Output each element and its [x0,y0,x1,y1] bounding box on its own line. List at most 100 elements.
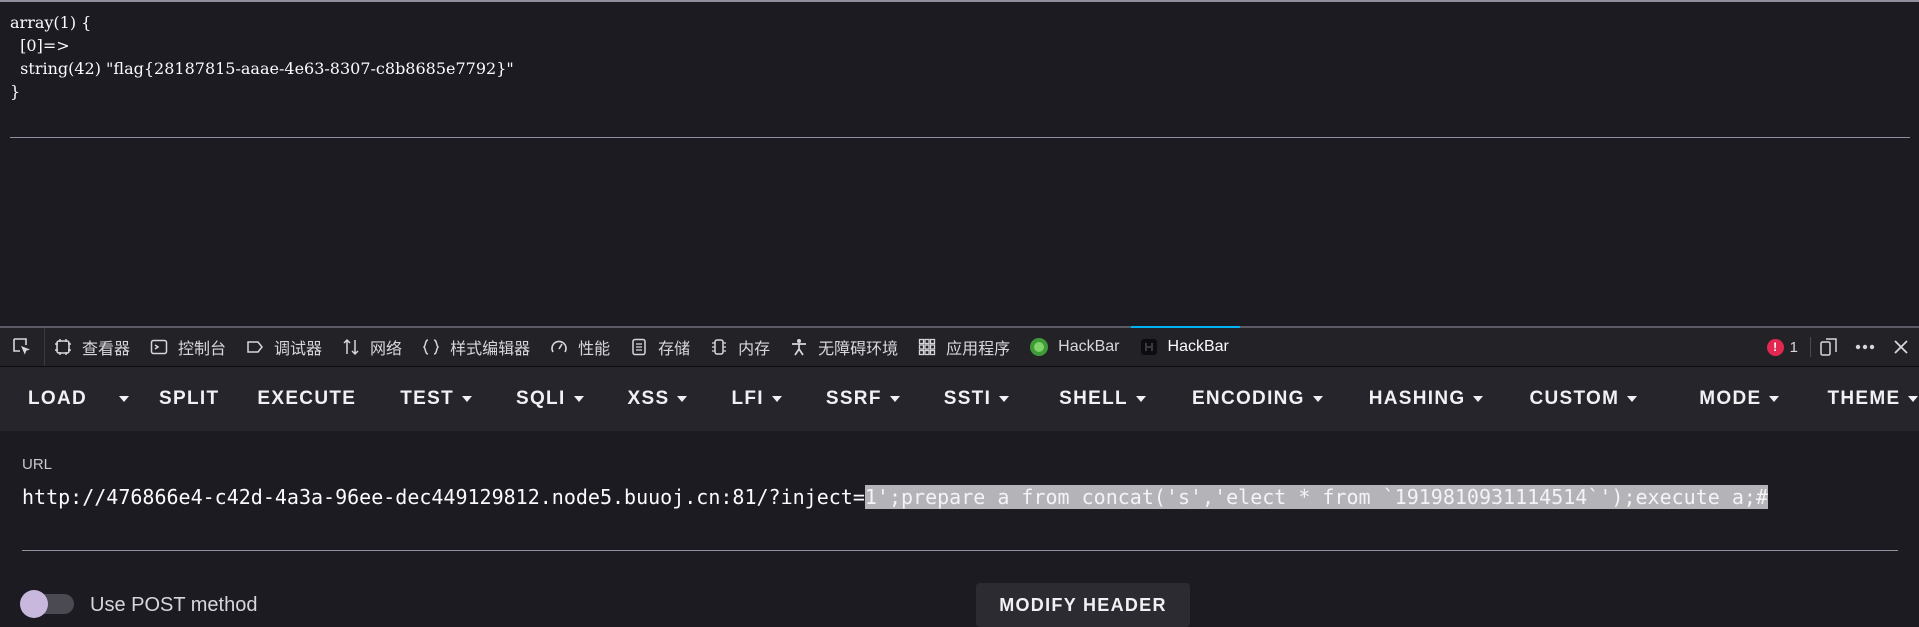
storage-icon [629,337,649,357]
ssti-menu-button[interactable]: SSTI [918,367,1027,431]
shell-label: SHELL [1059,388,1128,409]
tab-hackbar[interactable]: HackBar [1130,326,1241,366]
mode-menu-button[interactable]: MODE [1655,367,1797,431]
tab-memory[interactable]: 内存 [701,328,781,366]
close-icon [1894,340,1908,354]
lfi-menu-button[interactable]: LFI [705,367,799,431]
ssrf-menu-button[interactable]: SSRF [800,367,918,431]
split-button[interactable]: SPLIT [141,367,237,431]
custom-label: CUSTOM [1529,388,1620,409]
url-input-underline [22,550,1898,551]
accessibility-icon [789,337,809,357]
execute-button[interactable]: EXECUTE [237,367,382,431]
inspector-icon [53,337,73,357]
url-text-plain: http://476866e4-c42d-4a3a-96ee-dec449129… [22,485,865,509]
ssrf-label: SSRF [825,388,882,409]
load-label: LOAD [28,388,88,409]
error-icon: ! [1766,338,1784,356]
memory-icon [709,337,729,357]
tab-style-editor[interactable]: 样式编辑器 [413,328,541,366]
hackbar-green-icon [1029,337,1049,357]
tab-label: 存储 [658,341,691,358]
tab-label: 内存 [738,341,771,358]
devtools-tab-strip: 查看器 控制台 调试器 网络 样式编辑器 性能 存储 内存 无障碍环境 应用程序… [0,326,1919,367]
caret-down-icon [999,396,1010,402]
dump-line: string(42) "flag{28187815-aaae-4e63-8307… [10,59,514,78]
tab-inspector[interactable]: 查看器 [45,328,141,366]
debugger-icon [245,337,265,357]
custom-menu-button[interactable]: CUSTOM [1501,367,1655,431]
load-dropdown-button[interactable] [111,367,141,431]
console-icon [149,337,169,357]
url-text-selected: 1';prepare a from concat('s','elect * fr… [864,485,1768,509]
tab-label: HackBar [1058,338,1120,355]
caret-down-icon [573,396,584,402]
dump-line: [0]=> [10,36,70,55]
ellipsis-icon [1855,344,1875,350]
page-content: array(1) { [0]=> string(42) "flag{281878… [0,0,1919,326]
sqli-menu-button[interactable]: SQLI [490,367,602,431]
tab-console[interactable]: 控制台 [141,328,237,366]
network-icon [341,337,361,357]
dump-line: array(1) { [10,13,92,32]
dock-side-icon [1820,338,1837,356]
modify-header-button[interactable]: MODIFY HEADER [976,583,1190,627]
url-input[interactable]: http://476866e4-c42d-4a3a-96ee-dec449129… [22,481,1902,513]
horizontal-rule [10,137,1910,138]
mode-label: MODE [1699,388,1762,409]
test-label: TEST [400,388,454,409]
encoding-label: ENCODING [1191,388,1305,409]
hackbar-toolbar: LOAD SPLIT EXECUTE TEST SQLI XSS LFI SSR… [0,367,1919,431]
style-editor-icon [421,337,441,357]
hashing-menu-button[interactable]: HASHING [1341,367,1502,431]
tab-network[interactable]: 网络 [333,328,413,366]
caret-down-icon [1473,396,1484,402]
ssti-label: SSTI [943,388,992,409]
theme-label: THEME [1827,388,1901,409]
caret-down-icon [1627,396,1638,402]
dump-line: } [10,82,21,101]
top-divider [0,0,1919,2]
caret-down-icon [1135,396,1146,402]
caret-down-icon [771,396,782,402]
url-field-label: URL [22,456,53,473]
test-menu-button[interactable]: TEST [382,367,490,431]
tab-debugger[interactable]: 调试器 [237,328,333,366]
tab-application[interactable]: 应用程序 [909,328,1021,366]
var-dump-output: array(1) { [0]=> string(42) "flag{281878… [10,11,514,103]
tab-label: 应用程序 [946,341,1011,358]
devtools-panel: 查看器 控制台 调试器 网络 样式编辑器 性能 存储 内存 无障碍环境 应用程序… [0,326,1919,627]
error-count: 1 [1789,338,1798,356]
tab-storage[interactable]: 存储 [621,328,701,366]
post-method-toggle[interactable] [20,590,74,618]
tab-label: HackBar [1167,338,1229,355]
caret-down-icon [889,396,900,402]
tab-label: 性能 [578,341,611,358]
caret-down-icon [1769,396,1780,402]
tab-performance[interactable]: 性能 [541,328,621,366]
element-picker-button[interactable] [0,328,45,366]
more-options-button[interactable] [1847,328,1883,366]
tab-accessibility[interactable]: 无障碍环境 [781,328,909,366]
tab-label: 网络 [370,341,403,358]
xss-menu-button[interactable]: XSS [602,367,706,431]
tab-label: 无障碍环境 [818,341,899,358]
hackbar-dark-icon [1139,337,1159,357]
caret-down-icon [1312,396,1323,402]
theme-menu-button[interactable]: THEME [1797,367,1919,431]
tab-hackbar-legacy[interactable]: HackBar [1021,328,1130,366]
tab-label: 调试器 [274,341,323,358]
caret-down-icon [677,396,688,402]
tab-label: 控制台 [178,341,227,358]
console-error-count[interactable]: ! 1 [1755,338,1810,356]
split-label: SPLIT [159,388,220,409]
shell-menu-button[interactable]: SHELL [1027,367,1164,431]
post-method-label: Use POST method [90,594,258,616]
toggle-knob [20,590,48,618]
load-button[interactable]: LOAD [0,367,107,431]
tab-label: 查看器 [82,341,131,358]
modify-header-label: MODIFY HEADER [999,594,1167,615]
encoding-menu-button[interactable]: ENCODING [1164,367,1341,431]
dock-mode-button[interactable] [1811,328,1847,366]
close-devtools-button[interactable] [1883,328,1919,366]
